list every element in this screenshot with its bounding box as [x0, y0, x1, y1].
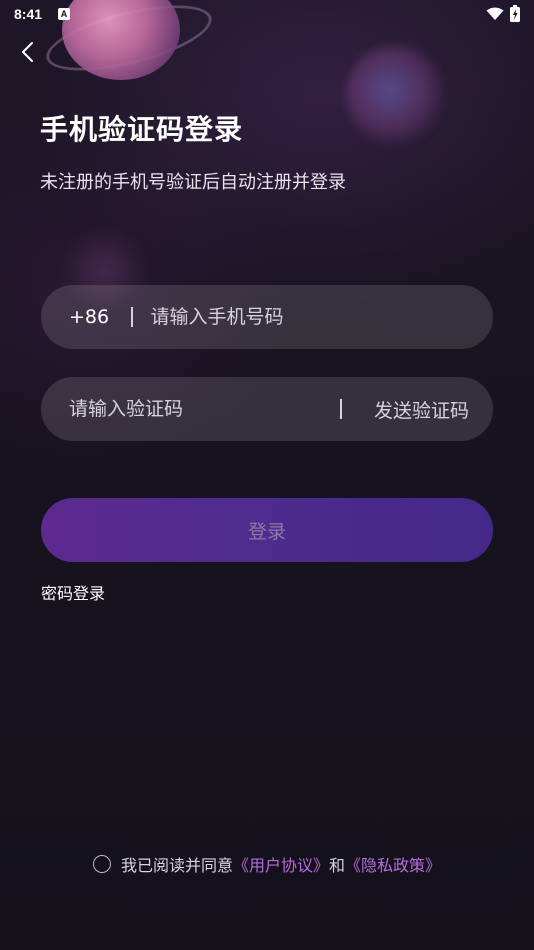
agreement-checkbox[interactable]	[92, 855, 111, 873]
field-divider	[131, 307, 133, 327]
status-icons	[486, 5, 520, 22]
battery-icon	[510, 5, 520, 22]
login-button[interactable]: 登录	[41, 498, 493, 562]
page-subtitle: 未注册的手机号验证后自动注册并登录	[40, 172, 346, 193]
field-divider	[340, 399, 342, 419]
phone-field: +86	[41, 285, 493, 349]
back-button[interactable]	[14, 38, 40, 66]
status-time: 8:41	[14, 6, 43, 22]
agreement: 我已阅读并同意 《用户协议》 和 《隐私政策》	[0, 852, 534, 876]
chevron-left-icon	[22, 42, 33, 62]
privacy-policy-link[interactable]: 《隐私政策》	[345, 852, 441, 876]
agreement-conjunction: 和	[329, 856, 346, 875]
orb-decoration	[345, 45, 445, 145]
password-login-link[interactable]: 密码登录	[41, 580, 105, 604]
code-field: 发送验证码	[41, 377, 493, 441]
wifi-icon	[486, 7, 504, 20]
page-title: 手机验证码登录	[40, 113, 244, 146]
user-agreement-link[interactable]: 《用户协议》	[233, 852, 329, 876]
send-code-button[interactable]: 发送验证码	[374, 396, 469, 423]
phone-input[interactable]	[150, 306, 493, 328]
verification-code-input[interactable]	[69, 398, 341, 420]
country-code[interactable]: +86	[69, 306, 117, 328]
notification-icon: A	[58, 8, 71, 20]
status-bar: 8:41 A	[0, 0, 534, 28]
agreement-prefix: 我已阅读并同意	[120, 856, 233, 875]
